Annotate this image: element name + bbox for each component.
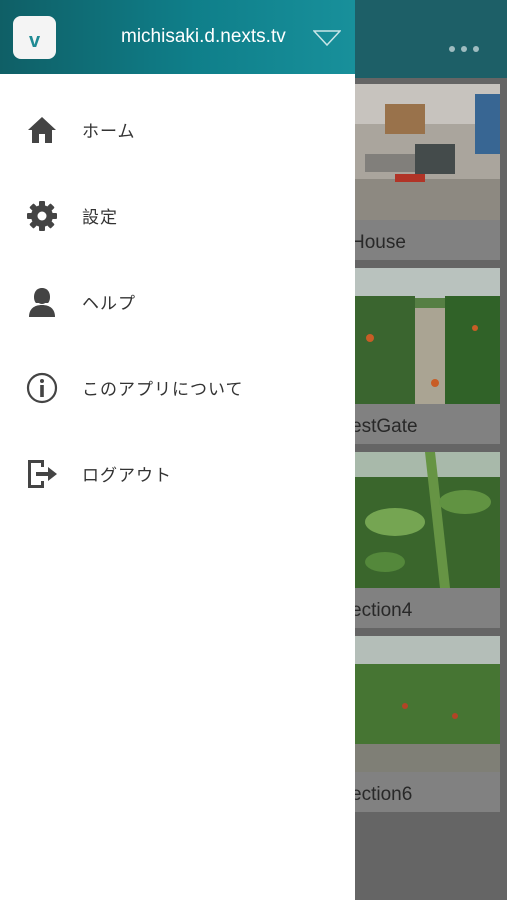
menu-item-label: このアプリについて [82, 380, 244, 400]
home-icon [24, 112, 60, 148]
menu-item-label: ログアウト [82, 466, 172, 486]
camera-name: estGate [351, 416, 418, 437]
menu-item-help[interactable]: ヘルプ [0, 258, 355, 344]
menu-item-label: 設定 [82, 208, 118, 228]
menu-item-label: ヘルプ [82, 294, 136, 314]
menu-item-about[interactable]: このアプリについて [0, 344, 355, 430]
camera-thumbnail [355, 84, 500, 220]
logout-icon [24, 456, 60, 492]
app-logo: v [13, 16, 56, 59]
triangle-down-icon[interactable] [312, 30, 342, 50]
camera-name: ection4 [351, 600, 413, 621]
drawer-menu: ホーム 設定 ヘルプ このアプリについて ログアウト [0, 86, 355, 516]
gear-icon [24, 198, 60, 234]
camera-card[interactable]: ection6 [351, 636, 500, 812]
camera-thumbnail [355, 636, 500, 772]
more-options-button[interactable] [449, 46, 479, 52]
logo-letter: v [28, 30, 41, 52]
camera-thumbnail [355, 452, 500, 588]
menu-item-home[interactable]: ホーム [0, 86, 355, 172]
person-icon [24, 284, 60, 320]
ellipsis-icon [449, 46, 455, 52]
camera-card[interactable]: estGate [351, 268, 500, 444]
menu-item-logout[interactable]: ログアウト [0, 430, 355, 516]
info-icon [24, 370, 60, 406]
camera-name: House [351, 232, 406, 253]
drawer-header: v michisaki.d.nexts.tv [0, 0, 355, 74]
navigation-drawer: v michisaki.d.nexts.tv ホーム 設定 ヘルプ このアプリに… [0, 0, 355, 900]
camera-name: ection6 [351, 784, 413, 805]
account-name[interactable]: michisaki.d.nexts.tv [121, 26, 286, 48]
menu-item-label: ホーム [82, 122, 136, 142]
camera-card[interactable]: ection4 [351, 452, 500, 628]
camera-thumbnail [355, 268, 500, 404]
camera-card[interactable]: House [351, 84, 500, 260]
menu-item-settings[interactable]: 設定 [0, 172, 355, 258]
